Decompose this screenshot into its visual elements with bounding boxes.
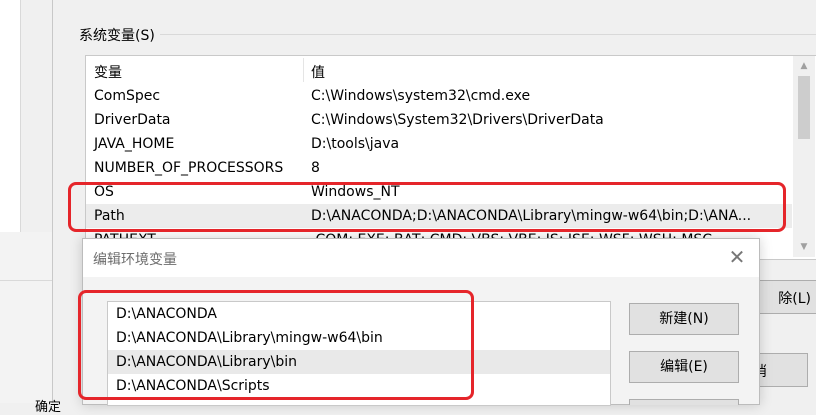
table-row[interactable]: ComSpec C:\Windows\system32\cmd.exe — [86, 84, 792, 108]
table-row[interactable]: DriverData C:\Windows\System32\Drivers\D… — [86, 108, 792, 132]
vertical-scrollbar[interactable]: ▲ ▼ — [793, 56, 815, 257]
highlight-box-path-entries — [78, 290, 474, 400]
close-icon[interactable]: ✕ — [723, 243, 751, 271]
column-header-variable[interactable]: 变量 — [94, 62, 122, 82]
background-panel-lower — [0, 232, 52, 403]
new-button[interactable]: 新建(N) — [629, 303, 739, 335]
variable-name: NUMBER_OF_PROCESSORS — [94, 160, 284, 176]
ok-button-partial[interactable]: 确定 — [35, 396, 61, 415]
table-row[interactable]: NUMBER_OF_PROCESSORS 8 — [86, 156, 792, 180]
background-panel — [0, 0, 21, 233]
variable-value: C:\Windows\system32\cmd.exe — [311, 88, 531, 104]
variable-value: D:\tools\java — [311, 136, 400, 152]
scroll-thumb[interactable] — [798, 76, 810, 139]
scroll-down-arrow-icon[interactable]: ▼ — [793, 239, 815, 255]
variable-name: DriverData — [94, 112, 171, 128]
scroll-up-arrow-icon[interactable]: ▲ — [793, 58, 815, 74]
browse-button-partial[interactable] — [629, 399, 739, 405]
variable-name: JAVA_HOME — [94, 136, 175, 152]
group-divider — [160, 34, 816, 35]
variable-value: C:\Windows\System32\Drivers\DriverData — [311, 112, 604, 128]
variable-value: 8 — [311, 160, 320, 176]
dialog-title: 编辑环境变量 — [93, 252, 177, 268]
system-variables-group-label: 系统变量(S) — [79, 28, 155, 44]
list-header: 变量 值 — [86, 56, 792, 84]
dialog-titlebar[interactable]: 编辑环境变量 ✕ — [83, 239, 759, 277]
variable-name: ComSpec — [94, 88, 161, 104]
divider — [0, 280, 52, 281]
table-row[interactable]: JAVA_HOME D:\tools\java — [86, 132, 792, 156]
window-border — [52, 0, 53, 403]
highlight-box-path-row — [68, 182, 786, 232]
edit-button[interactable]: 编辑(E) — [629, 351, 739, 383]
column-header-value[interactable]: 值 — [311, 62, 325, 82]
column-separator[interactable] — [303, 58, 304, 82]
